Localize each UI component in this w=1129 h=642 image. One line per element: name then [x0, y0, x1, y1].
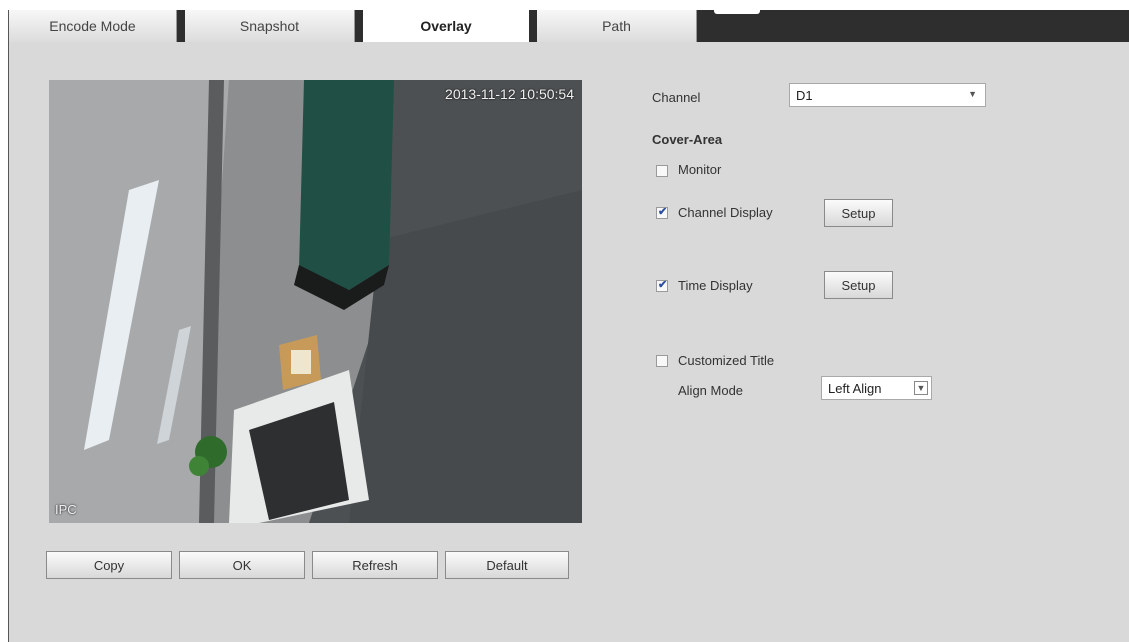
video-preview: 2013-11-12 10:50:54 IPC [49, 80, 582, 523]
timestamp-overlay[interactable]: 2013-11-12 10:50:54 [445, 86, 574, 102]
scene-plant-leaf [189, 456, 209, 476]
channel-label: Channel [652, 90, 701, 105]
tab-bar: Encode Mode Snapshot Overlay Path [9, 0, 1129, 42]
channel-display-label: Channel Display [678, 205, 773, 220]
cover-area-heading: Cover-Area [652, 132, 723, 147]
refresh-button[interactable]: Refresh [312, 551, 438, 579]
scene-curtain [299, 80, 394, 290]
monitor-checkbox[interactable] [656, 165, 668, 177]
tab-snapshot[interactable]: Snapshot [185, 10, 355, 42]
default-button[interactable]: Default [445, 551, 569, 579]
customized-title-label: Customized Title [678, 353, 775, 368]
align-mode-select[interactable]: Left Align ▼ [821, 376, 932, 400]
channel-name-overlay[interactable]: IPC [55, 502, 77, 517]
channel-select[interactable]: D1 ▼ [789, 83, 986, 107]
ok-button[interactable]: OK [179, 551, 305, 579]
chevron-down-icon: ▼ [968, 89, 977, 99]
monitor-label: Monitor [678, 162, 722, 177]
channel-display-checkbox[interactable]: ✔ [656, 206, 668, 219]
tab-encode-mode[interactable]: Encode Mode [9, 10, 177, 42]
align-mode-value: Left Align [828, 381, 882, 396]
customized-title-checkbox[interactable] [656, 355, 668, 367]
tab-bar-notch [714, 0, 760, 14]
time-display-label: Time Display [678, 278, 753, 293]
scene-frame-photo [291, 350, 311, 374]
overlay-settings-panel: Encode Mode Snapshot Overlay Path 2013-1… [8, 0, 1129, 642]
tab-path[interactable]: Path [537, 10, 697, 42]
chevron-down-icon: ▼ [914, 381, 928, 395]
channel-select-value: D1 [796, 88, 813, 103]
channel-display-setup-button[interactable]: Setup [824, 199, 893, 227]
check-icon: ✔ [658, 279, 668, 291]
align-mode-label: Align Mode [678, 383, 744, 398]
tab-overlay[interactable]: Overlay [363, 10, 529, 42]
camera-scene [49, 80, 582, 523]
copy-button[interactable]: Copy [46, 551, 172, 579]
time-display-setup-button[interactable]: Setup [824, 271, 893, 299]
time-display-checkbox[interactable]: ✔ [656, 279, 668, 292]
check-icon: ✔ [658, 206, 668, 218]
